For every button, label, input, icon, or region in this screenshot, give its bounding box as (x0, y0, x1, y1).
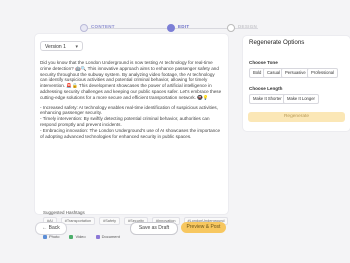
arrow-left-icon: ← (42, 225, 48, 231)
tone-persuasive[interactable]: Persuasive (281, 68, 310, 78)
step-content-dot (80, 24, 88, 32)
video-icon (69, 234, 74, 239)
document-icon (95, 234, 100, 239)
post-paragraph: - Increased safety: AI technology enable… (40, 104, 221, 139)
photo-icon (43, 234, 47, 239)
step-design-label: DESIGN (238, 24, 258, 29)
version-select-value: Version 1 (45, 44, 66, 50)
post-textarea[interactable]: Did you know that the London Underground… (40, 60, 223, 178)
stepper: CONTENT EDIT DESIGN (80, 22, 260, 34)
video-button[interactable]: Video (69, 234, 86, 239)
step-content-label: CONTENT (91, 24, 115, 29)
post-editor: Version 1 ▾ Did you know that the London… (35, 34, 229, 239)
document-button[interactable]: Document (95, 234, 120, 239)
regenerate-panel: Regenerate Options Choose Tone Bold Casu… (243, 36, 350, 131)
step-edit-label: EDIT (178, 24, 190, 29)
regenerate-button[interactable]: Regenerate (248, 112, 345, 122)
post-paragraph: Did you know that the London Underground… (40, 60, 222, 100)
hashtag-chip[interactable]: #Safety (99, 217, 121, 225)
back-button[interactable]: ← Back (35, 222, 67, 235)
version-select[interactable]: Version 1 ▾ (40, 41, 83, 51)
step-edit-dot (167, 24, 175, 32)
tone-professional[interactable]: Professional (307, 68, 339, 78)
step-design-dot (227, 24, 235, 32)
make-longer-button[interactable]: Make It Longer (283, 94, 319, 104)
tone-title: Choose Tone (249, 60, 278, 65)
save-draft-button[interactable]: Save as Draft (130, 222, 178, 235)
panel-title: Regenerate Options (249, 39, 305, 46)
chevron-down-icon: ▾ (75, 44, 78, 50)
preview-post-button[interactable]: Preview & Post (181, 222, 226, 233)
length-title: Choose Length (249, 86, 283, 91)
hashtags-title: Suggested Hashtags (43, 210, 85, 215)
make-shorter-button[interactable]: Make It Shorter (249, 94, 286, 104)
